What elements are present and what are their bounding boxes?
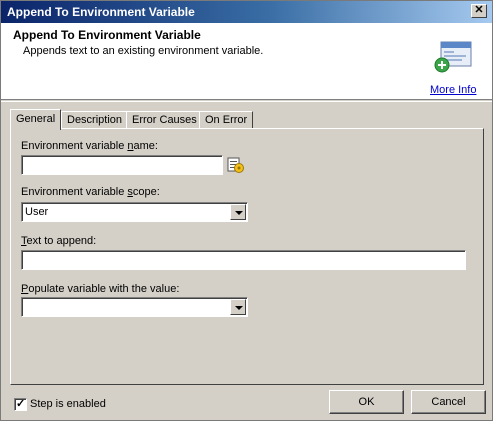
tab-description-label: Description bbox=[67, 114, 123, 126]
window-add-icon bbox=[434, 41, 472, 73]
var-scope-select[interactable]: User bbox=[21, 202, 248, 222]
cancel-button[interactable]: Cancel bbox=[411, 390, 486, 414]
populate-label: Populate variable with the value: bbox=[21, 283, 180, 295]
header-title: Append To Environment Variable bbox=[13, 28, 201, 42]
tab-on-error[interactable]: On Error bbox=[199, 111, 254, 129]
dialog-window: Append To Environment Variable ✕ Append … bbox=[0, 0, 493, 421]
window-title: Append To Environment Variable bbox=[7, 5, 195, 19]
more-info-link[interactable]: More Info bbox=[430, 84, 476, 96]
var-scope-label: Environment variable scope: bbox=[21, 186, 160, 198]
populate-select[interactable] bbox=[21, 297, 248, 317]
tab-error-causes[interactable]: Error Causes bbox=[126, 111, 203, 129]
tab-error-causes-label: Error Causes bbox=[132, 114, 197, 126]
variable-picker-icon[interactable] bbox=[227, 156, 245, 174]
chevron-down-icon[interactable] bbox=[230, 299, 246, 315]
title-bar[interactable]: Append To Environment Variable ✕ bbox=[1, 1, 492, 23]
step-enabled-checkbox[interactable]: ✓ bbox=[14, 398, 27, 411]
tab-general-label: General bbox=[16, 113, 56, 125]
header-separator bbox=[1, 101, 492, 102]
chevron-down-icon[interactable] bbox=[230, 204, 246, 220]
var-scope-value: User bbox=[25, 206, 49, 218]
header-panel: Append To Environment Variable Appends t… bbox=[1, 23, 492, 100]
tab-general[interactable]: General bbox=[10, 109, 62, 130]
text-append-input[interactable] bbox=[21, 250, 466, 270]
tab-on-error-label: On Error bbox=[205, 114, 248, 126]
header-description: Appends text to an existing environment … bbox=[23, 45, 264, 57]
text-append-label: Text to append: bbox=[21, 235, 97, 247]
step-enabled-label: Step is enabled bbox=[30, 398, 106, 410]
close-button[interactable]: ✕ bbox=[471, 4, 487, 18]
var-name-label: Environment variable name: bbox=[21, 140, 158, 152]
ok-button[interactable]: OK bbox=[329, 390, 404, 414]
var-name-input[interactable] bbox=[21, 155, 223, 175]
tab-description[interactable]: Description bbox=[61, 111, 129, 129]
checkmark-icon: ✓ bbox=[16, 398, 26, 410]
close-icon: ✕ bbox=[474, 4, 484, 16]
